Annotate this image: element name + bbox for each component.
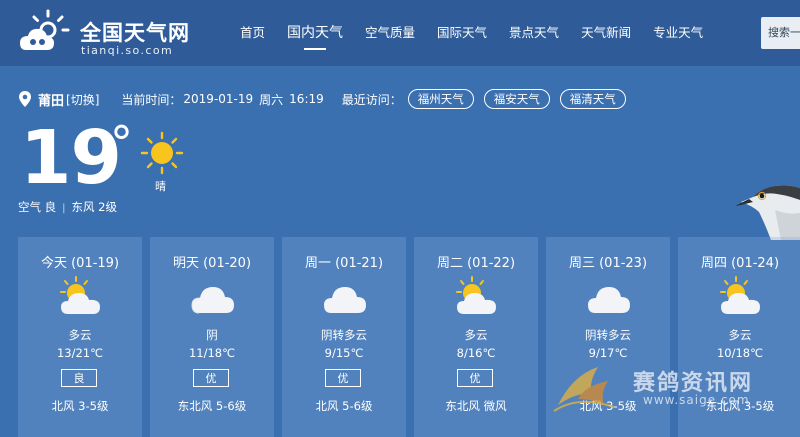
switch-city-link[interactable]: [切换] — [66, 91, 99, 108]
watermark-pigeon-logo — [553, 367, 615, 412]
logo-cloud-sun-icon — [20, 9, 70, 50]
current-date: 2019-01-19 — [183, 92, 254, 106]
forecast-temperature: 9/15℃ — [324, 346, 364, 360]
forecast-card[interactable]: 明天 (01-20) 阴 11/18℃ 优 东北风 5-6级 — [150, 237, 274, 437]
top-navigation-bar: 全国天气网 tianqi.so.com 首页 国内天气 空气质量 国际天气 景点… — [0, 0, 800, 66]
watermark: 赛鸽资讯网 www.saige.com — [548, 355, 800, 415]
forecast-card[interactable]: 周一 (01-21) 阴转多云 9/15℃ 优 北风 5-6级 — [282, 237, 406, 437]
forecast-wind: 东北风 微风 — [445, 399, 507, 413]
current-time-label: 当前时间： — [121, 92, 182, 107]
recent-city-chip[interactable]: 福州天气 — [407, 89, 474, 109]
nav-domestic-weather[interactable]: 国内天气 — [277, 0, 353, 66]
forecast-condition: 多云 — [68, 328, 92, 342]
sun-icon — [140, 131, 184, 175]
logo-subtitle: tianqi.so.com — [81, 44, 174, 57]
air-wind-summary: 空气 良 | 东风 2级 — [18, 199, 117, 215]
partly-cloudy-icon — [456, 276, 496, 314]
nav-air-quality[interactable]: 空气质量 — [355, 0, 425, 66]
forecast-wind: 北风 5-6级 — [315, 399, 373, 413]
forecast-condition: 多云 — [728, 328, 752, 342]
nav-weather-news[interactable]: 天气新闻 — [571, 0, 641, 66]
nav-home[interactable]: 首页 — [230, 0, 275, 66]
forecast-condition: 阴 — [206, 328, 218, 342]
degree-symbol: ° — [110, 116, 133, 170]
nav-international-weather[interactable]: 国际天气 — [427, 0, 497, 66]
partly-cloudy-icon — [720, 276, 760, 314]
cloudy-icon — [588, 287, 630, 313]
recent-city-chip[interactable]: 福清天气 — [559, 89, 626, 109]
separator: | — [62, 203, 66, 214]
forecast-condition: 阴转多云 — [321, 328, 367, 342]
aqi-badge: 良 — [61, 369, 97, 387]
recent-visits-label: 最近访问： — [341, 92, 402, 107]
main-nav: 首页 国内天气 空气质量 国际天气 景点天气 天气新闻 专业天气 — [230, 0, 715, 66]
site-logo[interactable]: 全国天气网 tianqi.so.com — [18, 8, 198, 58]
current-city: 莆田 — [38, 93, 65, 109]
forecast-condition: 多云 — [464, 328, 488, 342]
aqi-badge: 优 — [193, 369, 229, 387]
forecast-wind: 东北风 5-6级 — [177, 399, 247, 413]
forecast-temperature: 8/16℃ — [456, 346, 496, 360]
current-clock: 16:19 — [289, 92, 324, 106]
current-wind: 东风 2级 — [71, 200, 118, 214]
cloudy-icon — [324, 287, 366, 313]
forecast-temperature: 13/21℃ — [56, 346, 104, 360]
forecast-date: 周二 (01-22) — [436, 256, 516, 271]
logo-title: 全国天气网 — [80, 21, 190, 45]
forecast-temperature: 11/18℃ — [188, 346, 236, 360]
current-weekday: 周六 — [259, 92, 284, 107]
forecast-card[interactable]: 周二 (01-22) 多云 8/16℃ 优 东北风 微风 — [414, 237, 538, 437]
forecast-condition: 阴转多云 — [585, 328, 631, 342]
nav-professional-weather[interactable]: 专业天气 — [643, 0, 713, 66]
cloudy-icon — [191, 287, 234, 314]
forecast-card[interactable]: 今天 (01-19) 多云 13/21℃ 良 北风 3-5级 — [18, 237, 142, 437]
location-row: 莆田 [切换] 当前时间： 2019-01-19 周六 16:19 最近访问： … — [18, 88, 636, 110]
forecast-date: 周四 (01-24) — [700, 256, 780, 271]
partly-cloudy-icon — [60, 276, 100, 314]
pigeon-image — [735, 185, 800, 240]
forecast-date: 今天 (01-19) — [40, 256, 120, 271]
nav-scenic-weather[interactable]: 景点天气 — [499, 0, 569, 66]
forecast-wind: 北风 3-5级 — [51, 399, 109, 413]
search-box[interactable]: 搜索一 — [761, 17, 800, 49]
air-quality: 空气 良 — [18, 200, 57, 214]
recent-city-chip[interactable]: 福安天气 — [483, 89, 550, 109]
forecast-date: 周三 (01-23) — [568, 256, 648, 271]
aqi-badge: 优 — [325, 369, 361, 387]
forecast-date: 明天 (01-20) — [172, 256, 252, 271]
location-pin-icon — [19, 91, 31, 107]
current-condition: 晴 — [155, 180, 166, 193]
current-temperature: 19 — [20, 115, 122, 201]
aqi-badge: 优 — [457, 369, 493, 387]
forecast-date: 周一 (01-21) — [304, 256, 384, 271]
watermark-url: www.saige.com — [643, 393, 750, 407]
